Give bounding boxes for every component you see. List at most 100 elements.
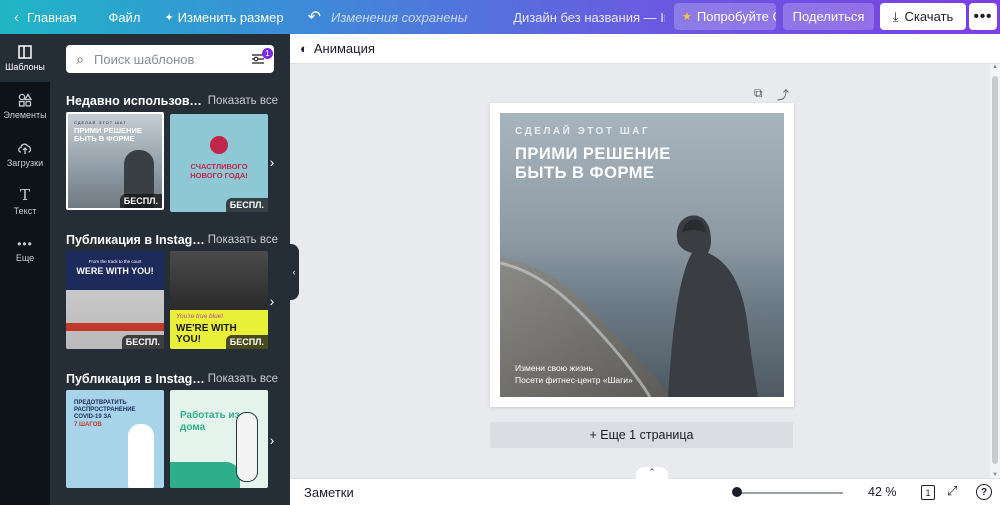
home-label: Главная <box>27 9 77 25</box>
desk-shape <box>170 462 240 488</box>
section-title: Публикация в Instagram <box>66 372 206 386</box>
animation-button[interactable]: ◐ Анимация <box>300 41 375 56</box>
crown-icon: ★ <box>682 11 692 23</box>
thumb-heading: WERE WITH YOU! <box>76 266 154 276</box>
zoom-value[interactable]: 42 % <box>868 485 897 499</box>
thumb-heading: СЧАСТЛИВОГО НОВОГО ГОДА! <box>190 162 248 180</box>
thumb-heading: 7 ШАГОВ <box>74 422 102 428</box>
home-button[interactable]: ‹ Главная <box>0 0 84 34</box>
template-thumbnail[interactable]: From the track to the court WERE WITH YO… <box>66 251 164 349</box>
star-icon: ✦ <box>164 11 174 24</box>
add-page-label: + Еще 1 страница <box>589 428 694 442</box>
design-heading-line: БЫТЬ В ФОРМЕ <box>515 164 655 182</box>
resize-button[interactable]: ✦ Изменить размер <box>156 0 291 34</box>
filter-badge: 1 <box>262 48 273 59</box>
more-icon: ••• <box>17 236 33 251</box>
rail-item-text[interactable]: T Текст <box>0 178 50 226</box>
ornament-shape <box>210 136 228 154</box>
rail-item-elements[interactable]: Элементы <box>0 82 50 130</box>
show-all-link[interactable]: Показать все <box>208 373 278 385</box>
rail-label: Текст <box>13 206 37 216</box>
template-thumbnail[interactable]: СДЕЛАЙ ЭТОТ ШАГ ПРИМИ РЕШЕНИЕ БЫТЬ В ФОР… <box>66 112 164 210</box>
section-header: Недавно использованные Показать все <box>66 93 278 109</box>
free-badge: БЕСПЛ. <box>121 335 164 349</box>
person-figure <box>236 412 258 482</box>
doctor-figure <box>128 424 154 488</box>
section-header: Публикация в Instagram Показать все <box>66 371 278 387</box>
undo-icon[interactable]: ↶ <box>308 7 321 27</box>
rail-item-uploads[interactable]: Загрузки <box>0 130 50 178</box>
chevron-right-icon[interactable]: › <box>265 152 279 172</box>
notes-button[interactable]: Заметки <box>304 485 354 500</box>
free-badge: БЕСПЛ. <box>225 335 268 349</box>
free-badge: БЕСПЛ. <box>119 194 162 208</box>
download-button[interactable]: ⤓ Скачать <box>880 3 966 30</box>
design-small-heading[interactable]: СДЕЛАЙ ЭТОТ ШАГ <box>515 126 650 137</box>
template-thumbnail[interactable]: You're true blue! WE'RE WITH YOU! БЕСПЛ. <box>170 251 268 349</box>
design-footer-text[interactable]: Измени свою жизнь Посети фитнес-центр «Ш… <box>515 362 633 386</box>
thumb-text: СДЕЛАЙ ЭТОТ ШАГ <box>74 120 127 125</box>
section-header: Публикация в Instagram Показать все <box>66 232 278 248</box>
thumb-heading: ПРИМИ РЕШЕНИЕ БЫТЬ В ФОРМЕ <box>74 126 142 143</box>
scrollbar-thumb[interactable] <box>992 76 998 464</box>
rail-item-templates[interactable]: Шаблоны <box>0 34 50 82</box>
bottom-bar: ⌃ Заметки 42 % 1 ⤢ ? <box>290 467 1000 505</box>
thumb-text: From the track to the court <box>88 259 142 264</box>
rail-label: Шаблоны <box>5 61 45 72</box>
expand-pages-icon[interactable]: ⌃ <box>636 467 668 479</box>
design-title[interactable]: Дизайн без названия — Instagram <box>513 0 665 34</box>
show-all-link[interactable]: Показать все <box>208 95 278 107</box>
editor-toolbar: ◐ Анимация <box>290 34 1000 64</box>
search-icon: ⌕ <box>76 50 84 67</box>
zoom-slider-knob[interactable] <box>732 487 743 497</box>
animation-label: Анимация <box>313 41 375 56</box>
track-stripe <box>66 323 164 331</box>
show-all-link[interactable]: Показать все <box>208 234 278 246</box>
template-thumbnail[interactable]: СЧАСТЛИВОГО НОВОГО ГОДА! БЕСПЛ. <box>170 114 268 212</box>
search-input[interactable] <box>94 51 244 67</box>
add-page-icon[interactable]: ⤴ <box>777 86 789 103</box>
rail-label: Загрузки <box>6 157 44 168</box>
design-page[interactable]: СДЕЛАЙ ЭТОТ ШАГ ПРИМИ РЕШЕНИЕ БЫТЬ В ФОР… <box>490 103 794 407</box>
section-title: Публикация в Instagram <box>66 233 206 247</box>
file-label: Файл <box>108 9 141 25</box>
search-box: ⌕ 1 <box>66 45 274 73</box>
download-icon: ⤓ <box>892 8 899 24</box>
duplicate-page-icon[interactable]: ⧉ <box>754 86 763 101</box>
design-footer-line: Посети фитнес-центр «Шаги» <box>515 375 633 385</box>
zoom-slider-track[interactable] <box>735 492 843 494</box>
rail-item-more[interactable]: ••• Еще <box>0 226 50 274</box>
template-thumbnail[interactable]: ПРЕДОТВРАТИТЬ РАСПРОСТРАНЕНИЕ COVID-19 З… <box>66 390 164 488</box>
file-menu[interactable]: Файл <box>100 0 148 34</box>
share-button[interactable]: Поделиться <box>783 3 874 30</box>
uploads-icon <box>18 143 32 154</box>
templates-panel: ⌕ 1 Недавно использованные Показать все … <box>50 34 290 505</box>
saved-status: Изменения сохранены <box>331 9 468 25</box>
templates-icon <box>18 44 32 59</box>
chevron-right-icon[interactable]: › <box>265 291 279 311</box>
more-options-button[interactable]: ••• <box>969 3 997 30</box>
scroll-up-icon[interactable]: ▲ <box>992 64 998 70</box>
vertical-scrollbar[interactable]: ▲ ▼ <box>990 64 1000 478</box>
animation-icon: ◐ <box>300 41 308 56</box>
chevron-left-icon: ‹ <box>14 8 19 26</box>
section-title: Недавно использованные <box>66 94 206 108</box>
more-dots-icon: ••• <box>973 8 993 25</box>
add-page-button[interactable]: + Еще 1 страница <box>490 422 793 448</box>
resize-label: Изменить размер <box>177 9 284 25</box>
page-count-button[interactable]: 1 <box>921 485 935 500</box>
chevron-right-icon[interactable]: › <box>265 430 279 450</box>
help-icon[interactable]: ? <box>976 484 992 500</box>
download-label: Скачать <box>904 9 954 24</box>
collapse-panel-handle[interactable]: ‹ <box>289 244 299 300</box>
try-pro-button[interactable]: ★ Попробуйте Canva Pro <box>674 3 776 30</box>
fullscreen-icon[interactable]: ⤢ <box>947 483 957 499</box>
top-bar: ‹ Главная Файл ✦ Изменить размер ↶ Измен… <box>0 0 1000 34</box>
side-rail: Шаблоны Элементы Загрузки T Текст ••• Ещ… <box>0 34 50 505</box>
free-badge: БЕСПЛ. <box>225 198 268 212</box>
rail-label: Еще <box>15 252 35 263</box>
try-pro-label: Попробуйте Canva Pro <box>696 9 776 24</box>
template-thumbnail[interactable]: Работать из дома <box>170 390 268 488</box>
design-main-heading[interactable]: ПРИМИ РЕШЕНИЕ БЫТЬ В ФОРМЕ <box>515 145 671 183</box>
design-canvas[interactable]: СДЕЛАЙ ЭТОТ ШАГ ПРИМИ РЕШЕНИЕ БЫТЬ В ФОР… <box>500 113 784 397</box>
